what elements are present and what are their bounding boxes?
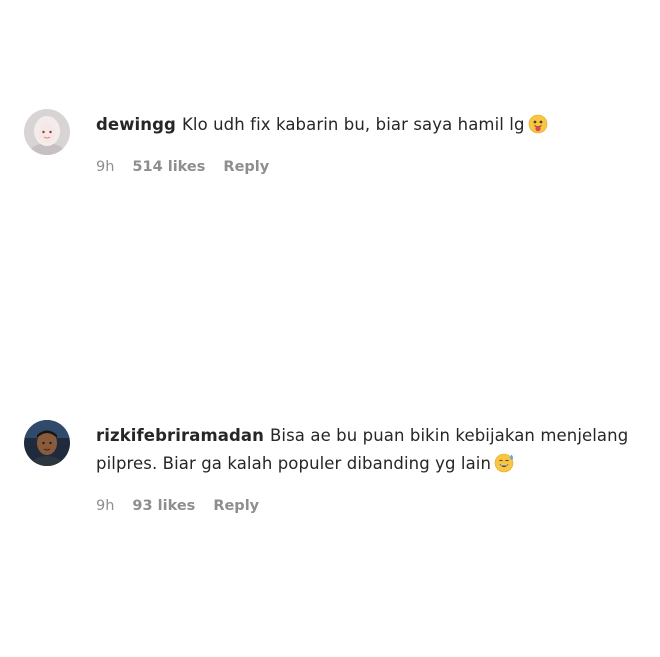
comment-likes[interactable]: 514 likes	[132, 159, 205, 175]
comment-text: dewingg Klo udh fix kabarin bu, biar saya…	[96, 111, 644, 143]
comment-meta: 9h 514 likes Reply	[96, 159, 644, 175]
user-avatar-icon	[24, 420, 70, 466]
avatar[interactable]	[24, 420, 70, 466]
comment-body: Klo udh fix kabarin bu, biar saya hamil …	[181, 115, 525, 134]
comment-time: 9h	[96, 498, 115, 514]
comment-time: 9h	[96, 159, 115, 175]
reply-button[interactable]: Reply	[213, 498, 259, 514]
comment-username[interactable]: dewingg	[96, 115, 176, 134]
tongue-face-emoji-icon	[528, 114, 548, 143]
user-avatar-icon	[24, 109, 70, 155]
smiling-sweat-emoji-icon	[494, 453, 516, 482]
comment-username[interactable]: rizkifebriramadan	[96, 426, 264, 445]
comment-meta: 9h 93 likes Reply	[96, 498, 644, 514]
avatar[interactable]	[24, 109, 70, 155]
comment-likes[interactable]: 93 likes	[132, 498, 195, 514]
reply-button[interactable]: Reply	[223, 159, 269, 175]
comment-text: rizkifebriramadan Bisa ae bu puan bikin k…	[96, 422, 644, 482]
